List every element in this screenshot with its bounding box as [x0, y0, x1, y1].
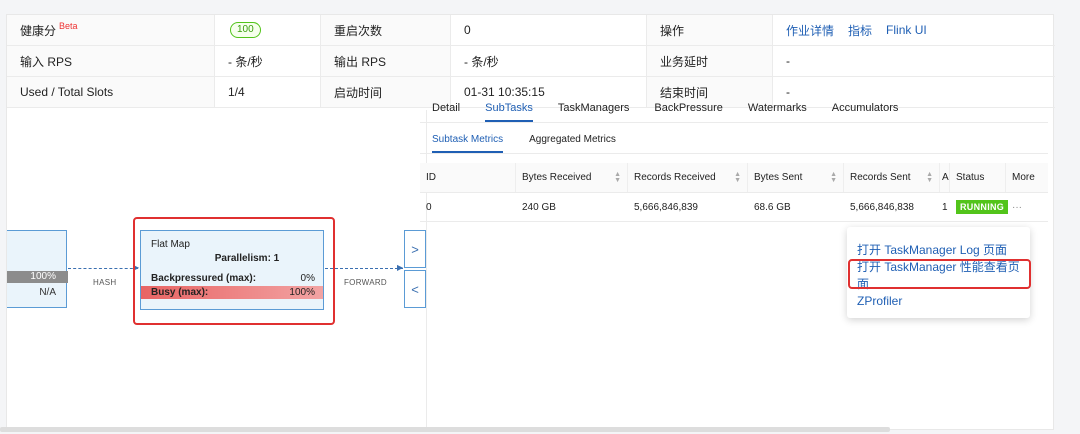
cell-bytes-sent: 68.6 GB	[754, 201, 791, 213]
col-more-label: More	[1012, 172, 1035, 183]
backpressured-label: Backpressured (max):	[151, 273, 257, 284]
col-records-sent-label: Records Sent	[850, 172, 911, 183]
slots-value: 1/4	[215, 77, 321, 107]
subtab-subtask-metrics[interactable]: Subtask Metrics	[432, 134, 504, 153]
col-id-label: ID	[426, 172, 436, 183]
flat-map-parallelism: Parallelism: 1	[214, 253, 280, 264]
subtab-aggregated-metrics[interactable]: Aggregated Metrics	[529, 134, 616, 153]
job-detail-panel: 健康分 Beta 100 重启次数 0 操作 作业详情 指标 Flink UI …	[6, 14, 1055, 430]
col-a-label: A	[942, 172, 949, 183]
hash-edge-label: HASH	[93, 278, 117, 287]
upstream-node[interactable]: l 100% N/A	[7, 230, 68, 308]
sort-icon[interactable]: ▲ ▼	[830, 171, 837, 184]
tab-accumulators[interactable]: Accumulators	[832, 102, 899, 122]
hash-edge	[68, 268, 138, 269]
col-status[interactable]: Status	[950, 163, 1006, 192]
tab-taskmanagers[interactable]: TaskManagers	[558, 102, 630, 122]
tab-watermarks[interactable]: Watermarks	[748, 102, 807, 122]
col-records-received[interactable]: Records Received ▲ ▼	[628, 163, 748, 192]
cell-a: 1	[942, 201, 948, 213]
subtask-subtabs: Subtask Metrics Aggregated Metrics	[420, 124, 1048, 154]
tab-detail[interactable]: Detail	[432, 102, 460, 122]
cell-records-sent: 5,666,846,838	[850, 201, 914, 213]
flink-ui-link[interactable]: Flink UI	[886, 23, 927, 37]
cell-id: 0	[426, 201, 432, 213]
info-row: 健康分 Beta 100 重启次数 0 操作 作业详情 指标 Flink UI	[7, 15, 1055, 46]
col-more: More	[1006, 163, 1048, 192]
menu-item-highlight	[848, 259, 1031, 289]
table-header: ID Bytes Received ▲ ▼ Records Received ▲ ▼ B…	[420, 163, 1048, 193]
table-row[interactable]: 0 240 GB 5,666,846,839 68.6 GB 5,666,846…	[420, 193, 1048, 222]
sort-icon[interactable]: ▲ ▼	[734, 171, 741, 184]
col-records-sent[interactable]: Records Sent ▲ ▼	[844, 163, 940, 192]
subtask-table: ID Bytes Received ▲ ▼ Records Received ▲ ▼ B…	[420, 163, 1048, 222]
backpressured-value: 0%	[300, 273, 315, 284]
restart-count-label: 重启次数	[321, 15, 451, 45]
actions-links: 作业详情 指标 Flink UI	[773, 15, 1055, 45]
tab-backpressure[interactable]: BackPressure	[654, 102, 722, 122]
col-bytes-received[interactable]: Bytes Received ▲ ▼	[516, 163, 628, 192]
collapse-left-icon[interactable]: <	[404, 270, 426, 308]
col-status-label: Status	[956, 172, 985, 183]
flat-map-node[interactable]: Flat Map Parallelism: 1 Backpressured (m…	[140, 230, 324, 310]
sort-icon[interactable]: ▲ ▼	[614, 171, 621, 184]
expand-right-icon[interactable]: >	[404, 230, 426, 268]
col-id[interactable]: ID	[420, 163, 516, 192]
job-graph[interactable]: l 100% N/A HASH ▶ Flat Map Parallelism: …	[7, 110, 427, 430]
output-rps-label: 输出 RPS	[321, 46, 451, 76]
cell-status: RUNNING	[950, 193, 1009, 221]
horizontal-scrollbar[interactable]	[0, 427, 890, 432]
flat-map-title: Flat Map	[151, 239, 190, 250]
sort-icon[interactable]: ▲ ▼	[926, 171, 933, 184]
health-score-value-cell: 100	[215, 15, 321, 45]
forward-edge-label: FORWARD	[344, 278, 387, 287]
job-detail-link[interactable]: 作业详情	[786, 22, 834, 39]
page-background: 健康分 Beta 100 重启次数 0 操作 作业详情 指标 Flink UI …	[0, 0, 1080, 434]
upstream-busy-value: 100%	[30, 271, 56, 282]
business-latency-label: 业务延时	[647, 46, 773, 76]
info-row: 输入 RPS - 条/秒 输出 RPS - 条/秒 业务延时 -	[7, 46, 1055, 77]
business-latency-value: -	[786, 54, 790, 68]
forward-edge-arrow-icon: ▶	[397, 263, 404, 272]
beta-badge: Beta	[59, 21, 78, 31]
detail-tabs: Detail SubTasks TaskManagers BackPressur…	[420, 95, 1048, 123]
restart-count-value: 0	[451, 15, 647, 45]
input-rps-value: - 条/秒	[215, 46, 321, 76]
slots-label: Used / Total Slots	[7, 77, 215, 107]
metrics-link[interactable]: 指标	[848, 22, 872, 39]
busy-value: 100%	[289, 287, 315, 298]
col-bytes-sent-label: Bytes Sent	[754, 172, 803, 183]
tab-subtasks[interactable]: SubTasks	[485, 102, 533, 122]
more-icon[interactable]: ···	[1012, 202, 1022, 213]
col-bytes-received-label: Bytes Received	[522, 172, 592, 183]
cell-more: ···	[1006, 193, 1048, 221]
col-bytes-sent[interactable]: Bytes Sent ▲ ▼	[748, 163, 844, 192]
health-score-label-cell: 健康分 Beta	[7, 15, 215, 45]
input-rps-label: 输入 RPS	[7, 46, 215, 76]
col-records-received-label: Records Received	[634, 172, 716, 183]
output-rps-value: - 条/秒	[451, 46, 647, 76]
cell-bytes-received: 240 GB	[522, 201, 556, 213]
health-score-label: 健康分	[20, 23, 57, 38]
health-score-badge: 100	[230, 22, 261, 38]
cell-records-received: 5,666,846,839	[634, 201, 698, 213]
status-badge: RUNNING	[956, 200, 1009, 214]
forward-edge	[325, 268, 403, 269]
busy-label: Busy (max):	[151, 287, 209, 298]
actions-label: 操作	[647, 15, 773, 45]
col-a[interactable]: A	[940, 163, 950, 192]
upstream-na-value: N/A	[39, 287, 56, 298]
